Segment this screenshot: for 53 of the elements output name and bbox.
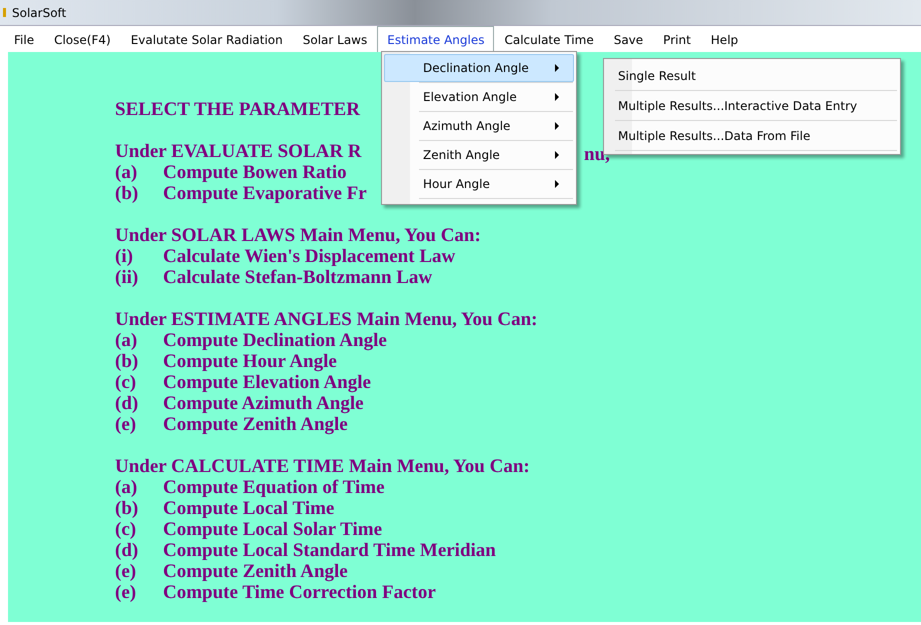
list-item: Compute Hour Angle — [163, 351, 337, 372]
menu-item[interactable]: Evalutate Solar Radiation — [120, 26, 293, 52]
list-marker: (b) — [115, 498, 140, 519]
section-heading: Under ESTIMATE ANGLES Main Menu, You Can: — [115, 309, 538, 330]
list-marker: (b) — [115, 183, 140, 204]
list-marker: (c) — [115, 372, 138, 393]
list-marker: (d) — [115, 393, 140, 414]
list-item: Compute Local Solar Time — [163, 519, 382, 540]
menu-item[interactable]: Solar Laws — [292, 26, 378, 52]
list-item: Compute Declination Angle — [163, 330, 387, 351]
list-item: Compute Zenith Angle — [163, 561, 348, 582]
list-marker: (e) — [115, 582, 138, 603]
menu-item[interactable]: Estimate Angles — [377, 26, 494, 52]
menu-item[interactable]: Declination Angle — [384, 54, 574, 82]
list-item: Compute Azimuth Angle — [163, 393, 364, 414]
list-marker: (c) — [115, 519, 138, 540]
list-item: Compute Zenith Angle — [163, 414, 348, 435]
menu-item[interactable]: Multiple Results...Interactive Data Entry — [606, 91, 898, 120]
list-item: Compute Local Standard Time Meridian — [163, 540, 496, 561]
list-marker: (b) — [115, 351, 140, 372]
app-icon — [3, 8, 6, 17]
list-item: Compute Time Correction Factor — [163, 582, 436, 603]
list-item: Compute Evaporative Fr — [163, 183, 367, 204]
section-heading: Under SOLAR LAWS Main Menu, You Can: — [115, 225, 481, 246]
menu-item[interactable]: Zenith Angle — [384, 141, 574, 169]
window-title: SolarSoft — [12, 6, 66, 20]
list-item: Compute Local Time — [163, 498, 334, 519]
list-marker: (i) — [115, 246, 134, 267]
menu-item[interactable]: Close(F4) — [44, 26, 121, 52]
list-marker: (a) — [115, 162, 138, 183]
list-item: Compute Equation of Time — [163, 477, 385, 498]
section-heading: Under CALCULATE TIME Main Menu, You Can: — [115, 456, 530, 477]
menu-item[interactable]: Calculate Time — [494, 26, 604, 52]
list-item: Compute Bowen Ratio — [163, 162, 347, 183]
menu-item[interactable]: Help — [700, 26, 748, 52]
menu-item[interactable]: Single Result — [606, 61, 898, 90]
list-item: Compute Elevation Angle — [163, 372, 371, 393]
list-marker: (ii) — [115, 267, 140, 288]
section-heading: Under EVALUATE SOLAR R — [115, 141, 362, 162]
menu-item[interactable]: File — [4, 26, 44, 52]
list-marker: (a) — [115, 330, 138, 351]
section-heading: SELECT THE PARAMETER — [115, 99, 360, 120]
menu-item[interactable]: Save — [604, 26, 654, 52]
menu-item[interactable]: Hour Angle — [384, 170, 574, 198]
list-item: Calculate Stefan-Boltzmann Law — [163, 267, 432, 288]
list-marker: (e) — [115, 414, 138, 435]
menu-item[interactable]: Elevation Angle — [384, 83, 574, 111]
menu-item[interactable]: Print — [653, 26, 701, 52]
list-marker: (e) — [115, 561, 138, 582]
list-item: Calculate Wien's Displacement Law — [163, 246, 456, 267]
menu-item[interactable]: Azimuth Angle — [384, 112, 574, 140]
list-marker: (d) — [115, 540, 140, 561]
list-marker: (a) — [115, 477, 138, 498]
